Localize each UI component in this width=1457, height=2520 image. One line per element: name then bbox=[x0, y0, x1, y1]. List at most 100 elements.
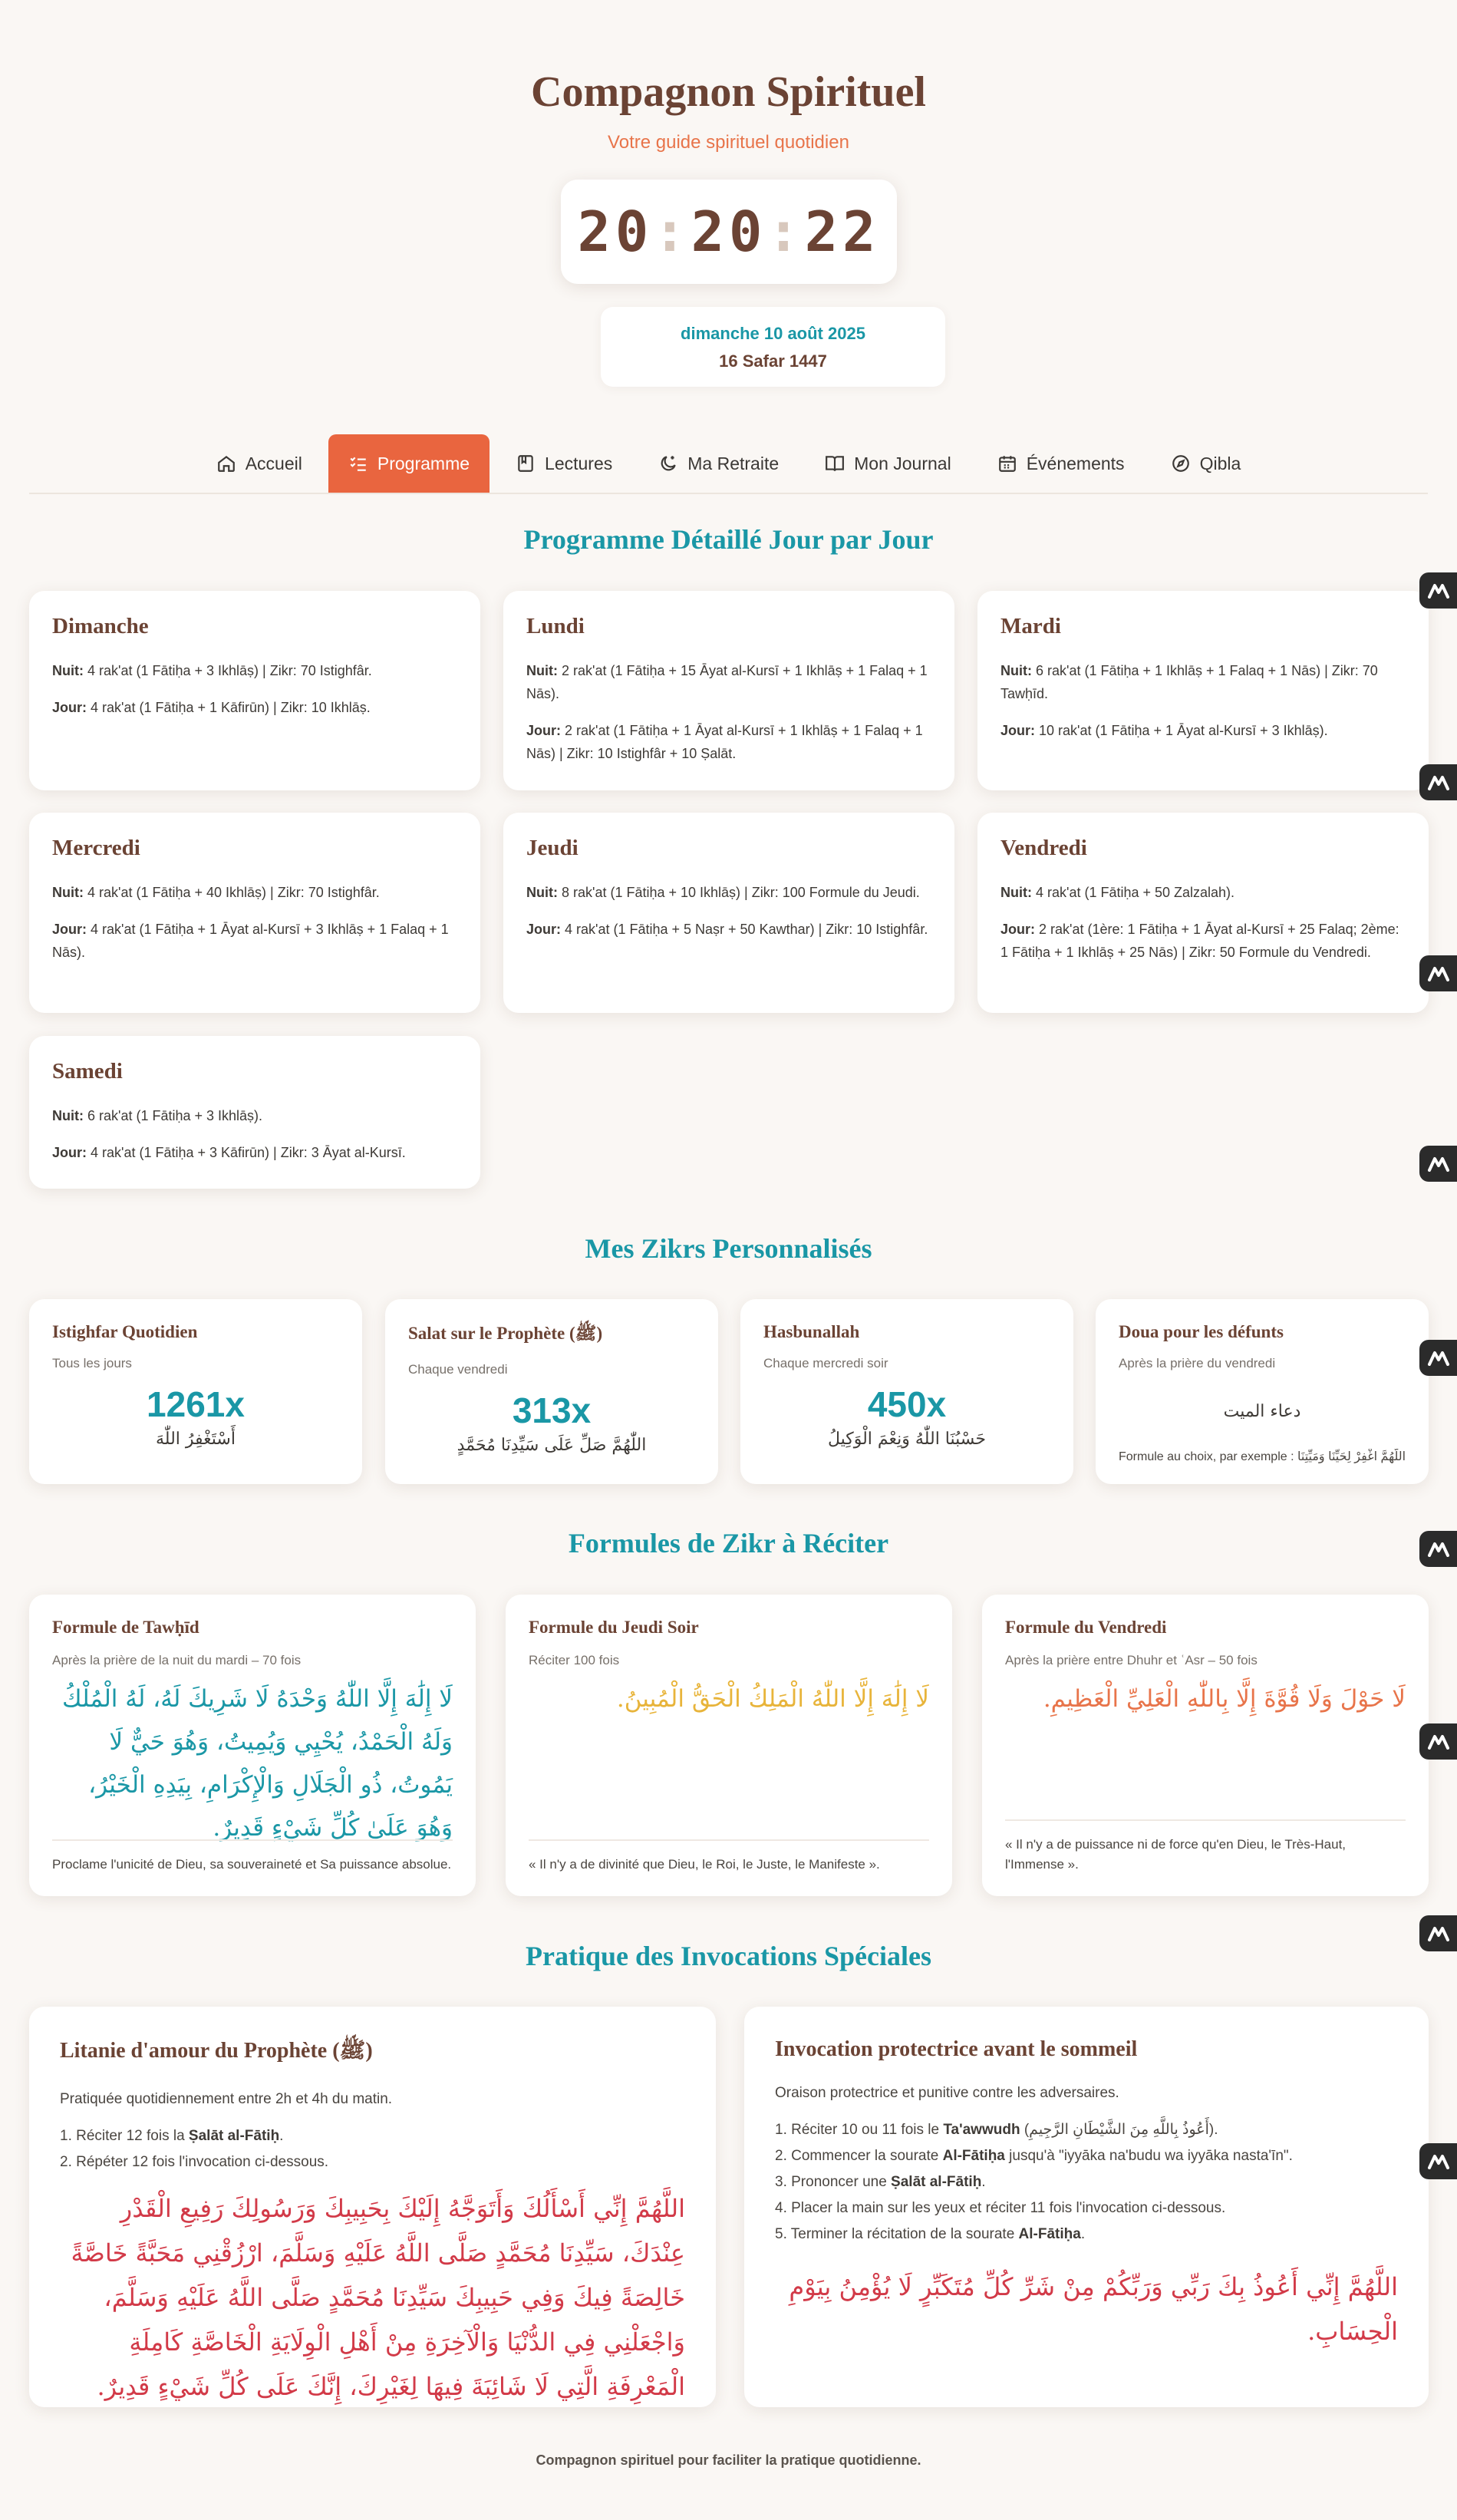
day-card-jeudi: Jeudi Nuit: 8 rak'at (1 Fātiḥa + 10 Ikhl… bbox=[503, 813, 954, 1013]
m-logo-icon bbox=[1427, 1734, 1449, 1750]
zikr-schedule: Après la prière du vendredi bbox=[1119, 1356, 1276, 1370]
nav-evenements[interactable]: Événements bbox=[977, 434, 1145, 493]
day-card-vendredi: Vendredi Nuit: 4 rak'at (1 Fātiḥa + 50 Z… bbox=[977, 813, 1429, 1013]
side-widget-button[interactable] bbox=[1419, 1915, 1457, 1951]
gregorian-date: dimanche 10 août 2025 bbox=[681, 324, 865, 343]
formule-schedule: Après la prière entre Dhuhr et ʿAsr – 50… bbox=[1005, 1653, 1258, 1667]
nav-programme[interactable]: Programme bbox=[328, 434, 490, 493]
compass-icon bbox=[1172, 455, 1189, 472]
invocation-step: 1. Réciter 10 ou 11 fois le Ta'awwudh (أ… bbox=[775, 2122, 1218, 2138]
nav-mon-journal[interactable]: Mon Journal bbox=[805, 434, 971, 493]
side-widget-button[interactable] bbox=[1419, 1723, 1457, 1760]
side-widget-button[interactable] bbox=[1419, 1531, 1457, 1567]
zikr-schedule: Chaque mercredi soir bbox=[763, 1356, 888, 1370]
day-day: Jour: 4 rak'at (1 Fātiḥa + 1 Kāfirūn) | … bbox=[52, 700, 371, 715]
invocation-desc: Pratiquée quotidiennement entre 2h et 4h… bbox=[60, 2091, 393, 2107]
m-logo-icon bbox=[1427, 775, 1449, 790]
invocation-steps: 1. Réciter 10 ou 11 fois le Ta'awwudh (أ… bbox=[775, 2117, 1398, 2248]
m-logo-icon bbox=[1427, 583, 1449, 599]
nav-label: Programme bbox=[377, 453, 470, 473]
day-name: Vendredi bbox=[1000, 836, 1087, 860]
day-name: Samedi bbox=[52, 1059, 123, 1084]
calendar-icon bbox=[998, 456, 1016, 472]
formules-title: Formules de Zikr à Réciter bbox=[568, 1528, 889, 1559]
day-day: Jour: 2 rak'at (1ère: 1 Fātiḥa + 1 Āyat … bbox=[1000, 922, 1399, 960]
app-subtitle: Votre guide spirituel quotidien bbox=[608, 132, 849, 153]
app-title: Compagnon Spirituel bbox=[531, 68, 926, 116]
zikr-card-doua[interactable]: Doua pour les défunts Après la prière du… bbox=[1096, 1299, 1429, 1484]
formule-translation: « Il n'y a de puissance ni de force qu'e… bbox=[1005, 1819, 1406, 1875]
day-day: Jour: 4 rak'at (1 Fātiḥa + 1 Āyat al-Kur… bbox=[52, 922, 449, 960]
clock-separator: : bbox=[766, 200, 805, 264]
zikr-card-hasbunallah[interactable]: Hasbunallah Chaque mercredi soir 450x حَ… bbox=[740, 1299, 1073, 1484]
day-name: Mercredi bbox=[52, 836, 140, 860]
zikrs-title: Mes Zikrs Personnalisés bbox=[585, 1233, 872, 1264]
nav-label: Accueil bbox=[245, 453, 302, 473]
zikr-note: Formule au choix, par exemple : اللَّهُم… bbox=[1119, 1450, 1406, 1463]
zikr-card-salat[interactable]: Salat sur le Prophète (ﷺ) Chaque vendred… bbox=[385, 1299, 718, 1484]
day-card-mardi: Mardi Nuit: 6 rak'at (1 Fātiḥa + 1 Ikhlā… bbox=[977, 591, 1429, 790]
zikr-card-istighfar[interactable]: Istighfar Quotidien Tous les jours 1261x… bbox=[29, 1299, 362, 1484]
invocation-step: 4. Placer la main sur les yeux et récite… bbox=[775, 2200, 1226, 2216]
formule-arabic: لَا إِلَٰهَ إِلَّا اللّٰهُ وَحْدَهُ لَا … bbox=[62, 1685, 453, 1842]
day-night: Nuit: 2 rak'at (1 Fātiḥa + 15 Āyat al-Ku… bbox=[526, 663, 928, 701]
home-icon bbox=[217, 455, 235, 472]
open-book-icon bbox=[826, 456, 845, 471]
side-widget-button[interactable] bbox=[1419, 1146, 1457, 1182]
footer-text: Compagnon spirituel pour faciliter la pr… bbox=[536, 2452, 921, 2468]
clock: 20:20:22 bbox=[561, 180, 897, 284]
day-day: Jour: 10 rak'at (1 Fātiḥa + 1 Āyat al-Ku… bbox=[1000, 723, 1328, 738]
formule-card-jeudi: Formule du Jeudi Soir Réciter 100 fois ل… bbox=[506, 1595, 952, 1896]
moon-icon bbox=[661, 456, 676, 471]
m-logo-icon bbox=[1427, 1156, 1449, 1172]
day-card-lundi: Lundi Nuit: 2 rak'at (1 Fātiḥa + 15 Āyat… bbox=[503, 591, 954, 790]
nav-lectures[interactable]: Lectures bbox=[496, 434, 632, 493]
clock-separator: : bbox=[653, 200, 691, 264]
side-widget-button[interactable] bbox=[1419, 764, 1457, 800]
nav-label: Événements bbox=[1026, 453, 1125, 473]
programme-title: Programme Détaillé Jour par Jour bbox=[523, 524, 934, 555]
nav-label: Mon Journal bbox=[854, 453, 951, 473]
clock-seconds: 22 bbox=[804, 200, 881, 264]
formule-arabic: لَا إِلَٰهَ إِلَّا اللّٰهُ الْمَلِكُ الْ… bbox=[616, 1685, 929, 1713]
formule-translation: « Il n'y a de divinité que Dieu, le Roi,… bbox=[529, 1839, 929, 1875]
nav-qibla[interactable]: Qibla bbox=[1151, 434, 1261, 493]
day-night: Nuit: 4 rak'at (1 Fātiḥa + 40 Ikhlāṣ) | … bbox=[52, 885, 380, 900]
day-day: Jour: 4 rak'at (1 Fātiḥa + 5 Naṣr + 50 K… bbox=[526, 922, 928, 937]
nav-label: Qibla bbox=[1199, 453, 1241, 473]
m-logo-icon bbox=[1427, 1926, 1449, 1941]
main-nav: Accueil Programme Lectures Ma Retraite M… bbox=[29, 434, 1428, 494]
m-logo-icon bbox=[1427, 2154, 1449, 2169]
day-card-mercredi: Mercredi Nuit: 4 rak'at (1 Fātiḥa + 40 I… bbox=[29, 813, 480, 1013]
book-icon bbox=[518, 455, 533, 472]
zikr-schedule: Tous les jours bbox=[52, 1356, 132, 1370]
day-night: Nuit: 4 rak'at (1 Fātiḥa + 3 Ikhlāṣ) | Z… bbox=[52, 663, 372, 678]
side-widget-button[interactable] bbox=[1419, 955, 1457, 991]
side-widget-button[interactable] bbox=[1419, 2143, 1457, 2179]
nav-label: Ma Retraite bbox=[687, 453, 780, 473]
invocation-step: 5. Terminer la récitation de la sourate … bbox=[775, 2226, 1086, 2242]
formule-title: Formule du Vendredi bbox=[1005, 1618, 1167, 1637]
formule-card-tawhid: Formule de Tawḥīd Après la prière de la … bbox=[29, 1595, 476, 1896]
formule-schedule: Après la prière de la nuit du mardi – 70… bbox=[52, 1653, 302, 1667]
zikr-arabic: اللّٰهُمَّ صَلِّ عَلَى سَيِّدِنَا مُحَمَ… bbox=[457, 1436, 647, 1455]
date-panel: dimanche 10 août 2025 16 Safar 1447 bbox=[601, 307, 945, 387]
side-widget-button[interactable] bbox=[1419, 1340, 1457, 1376]
invocation-arabic: اللَّهُمَّ إِنِّي أَسْأَلُكَ وَأَتَوَجَّ… bbox=[71, 2194, 685, 2401]
side-widget-button[interactable] bbox=[1419, 572, 1457, 609]
zikr-arabic: أَسْتَغْفِرُ اللّٰهَ bbox=[156, 1430, 236, 1449]
nav-label: Lectures bbox=[545, 453, 613, 473]
clock-minutes: 20 bbox=[691, 200, 767, 264]
formule-title: Formule de Tawḥīd bbox=[52, 1618, 199, 1637]
zikr-title: Hasbunallah bbox=[763, 1322, 860, 1341]
invocation-arabic: اللَّهُمَّ إِنِّي أَعُوذُ بِكَ رَبِّي وَ… bbox=[789, 2272, 1398, 2346]
day-name: Jeudi bbox=[526, 836, 579, 860]
day-night: Nuit: 6 rak'at (1 Fātiḥa + 1 Ikhlāṣ + 1 … bbox=[1000, 663, 1378, 701]
nav-ma-retraite[interactable]: Ma Retraite bbox=[638, 434, 799, 493]
day-name: Dimanche bbox=[52, 614, 149, 638]
zikr-title: Istighfar Quotidien bbox=[52, 1322, 198, 1341]
nav-accueil[interactable]: Accueil bbox=[196, 434, 322, 493]
zikr-count: 313x bbox=[512, 1390, 592, 1430]
day-night: Nuit: 8 rak'at (1 Fātiḥa + 10 Ikhlāṣ) | … bbox=[526, 885, 920, 900]
day-name: Lundi bbox=[526, 614, 585, 638]
